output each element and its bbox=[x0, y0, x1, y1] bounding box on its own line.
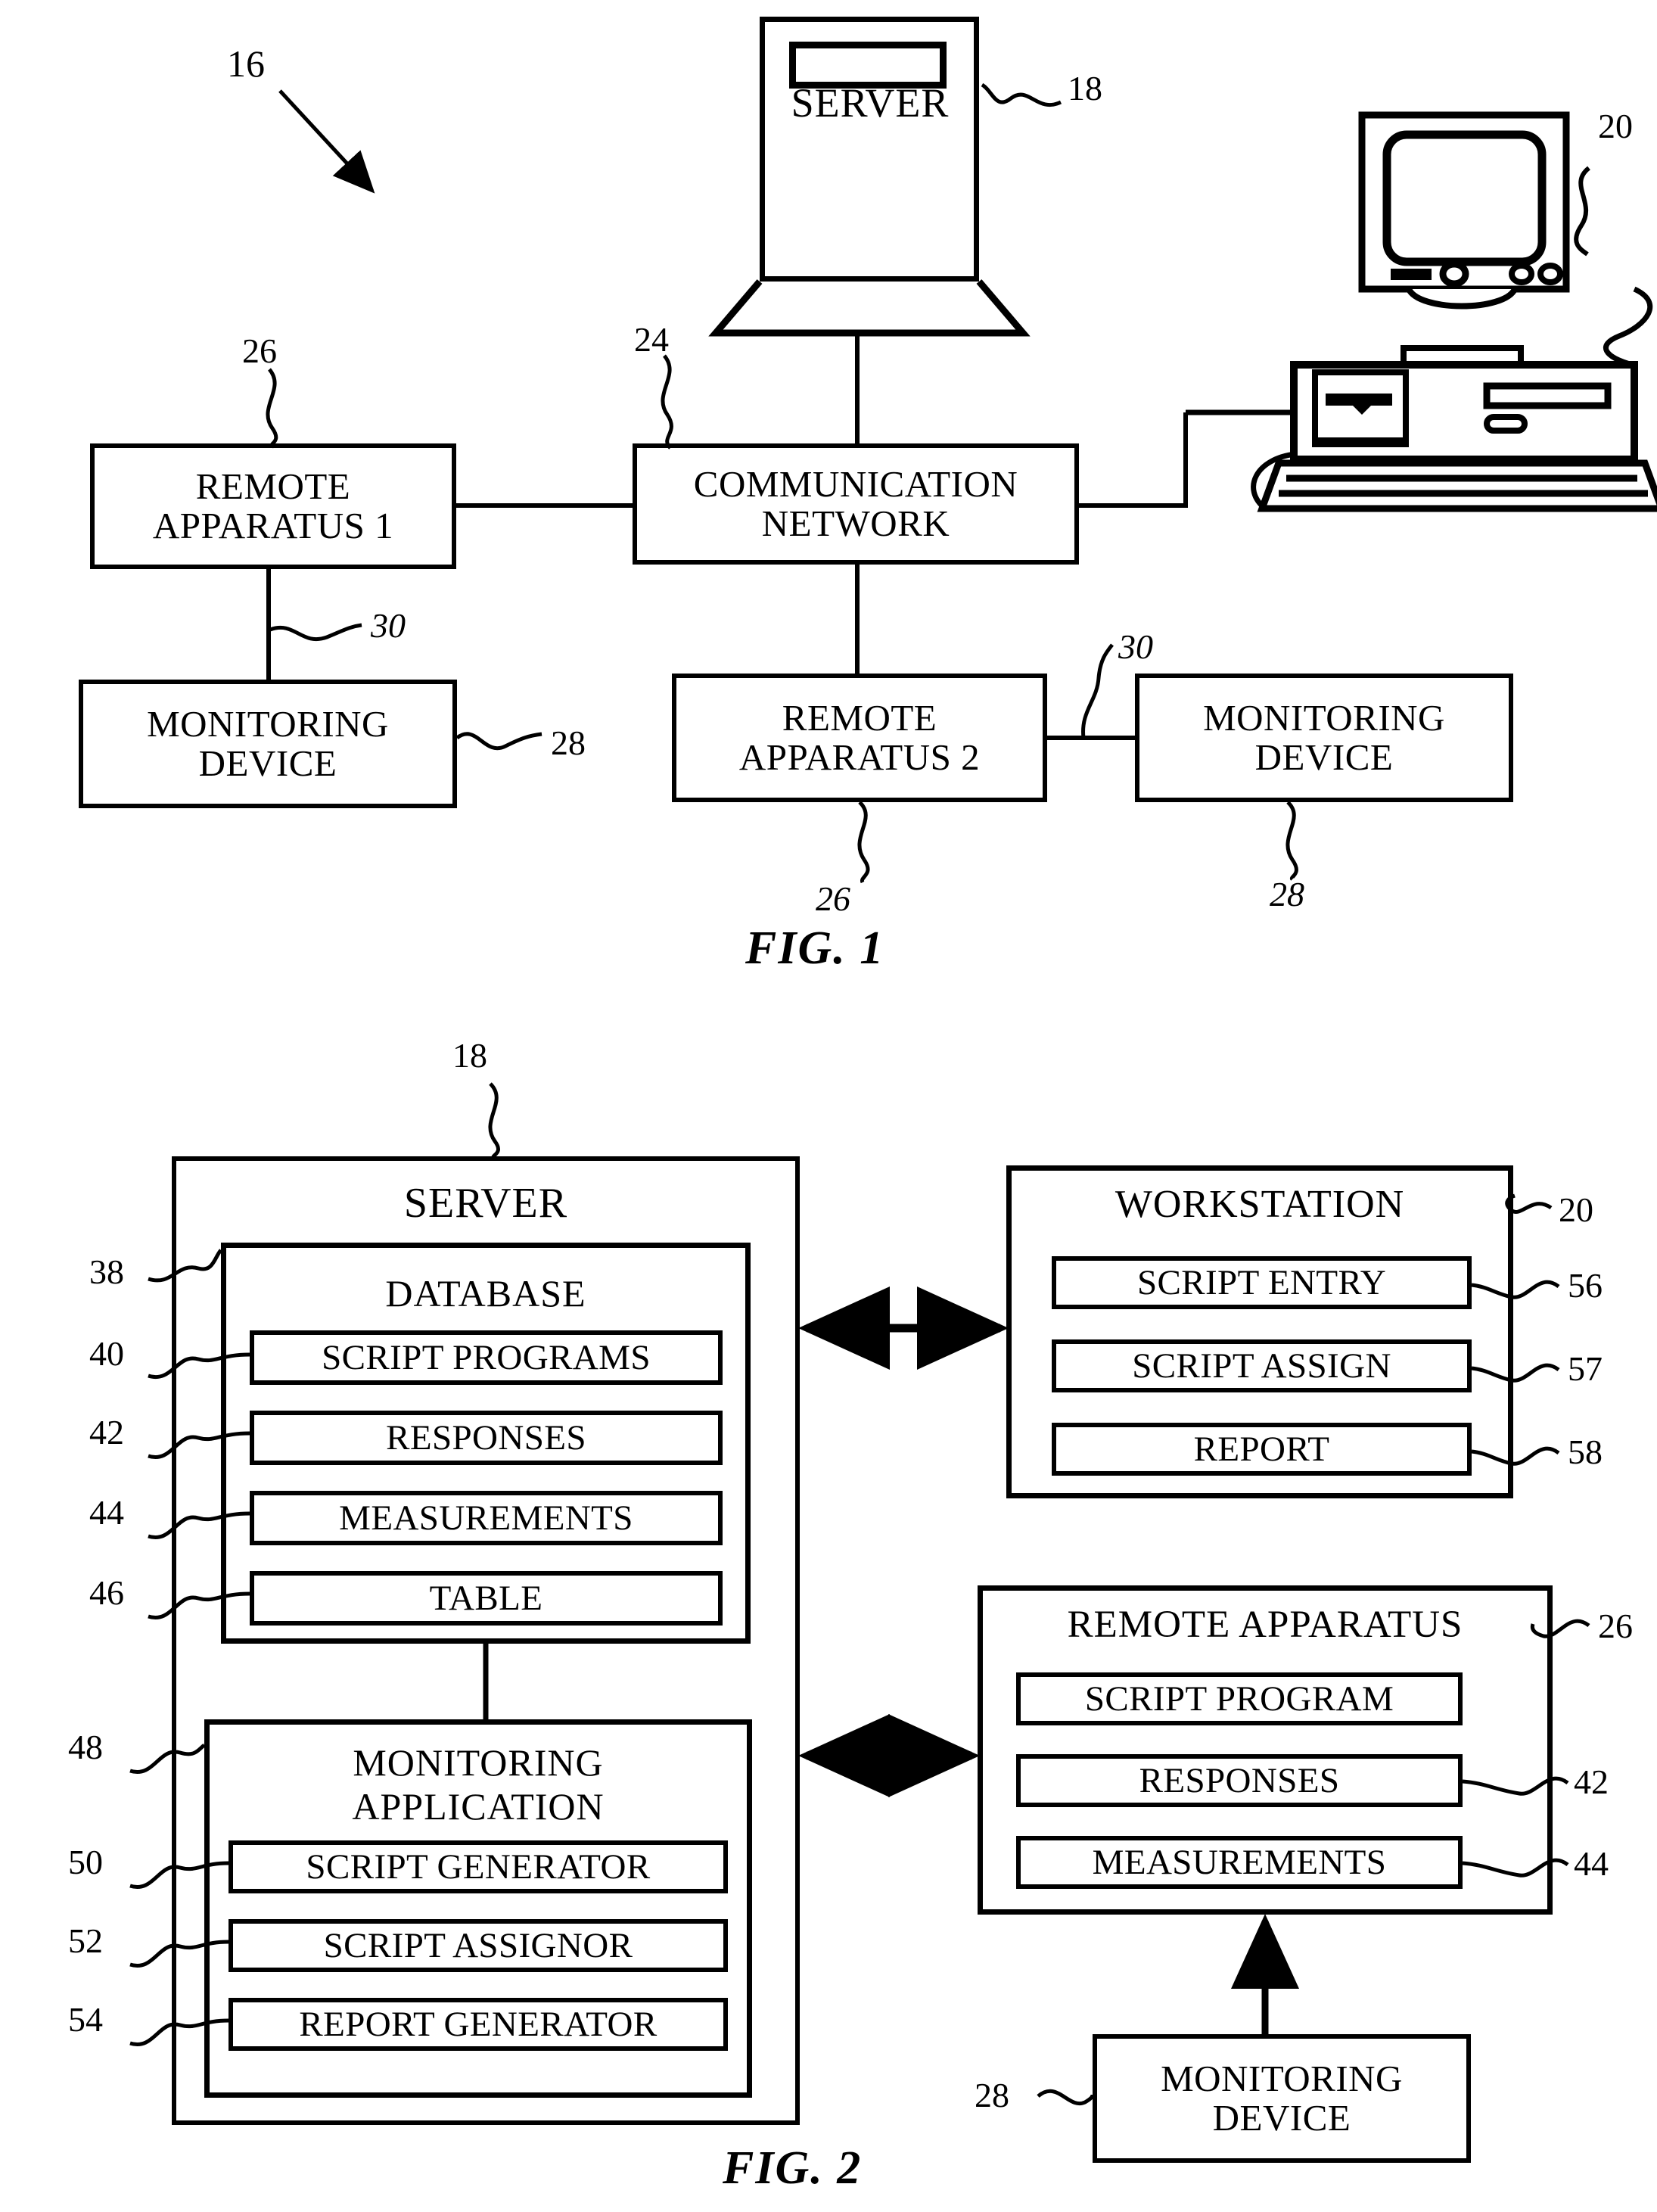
server-label-fig1: SERVER bbox=[791, 80, 950, 126]
ref-28-monitoring-device-left: 28 bbox=[551, 723, 586, 762]
monitoring-app-item-script-generator: SCRIPT GENERATOR bbox=[228, 1840, 728, 1893]
ref-54-report-generator: 54 bbox=[68, 2000, 103, 2039]
monitoring-app-item-report-generator: REPORT GENERATOR bbox=[228, 1998, 728, 2051]
database-item-script-programs: SCRIPT PROGRAMS bbox=[250, 1330, 723, 1385]
figure-2-caption: FIG. 2 bbox=[723, 2142, 863, 2194]
ref-28-leader-left bbox=[455, 732, 542, 751]
ref-26-remote-apparatus-2: 26 bbox=[816, 879, 850, 918]
database-title: DATABASE bbox=[385, 1272, 586, 1314]
monitoring-device-fig2-line1: MONITORING bbox=[1161, 2058, 1403, 2100]
monitoring-device-left-line1: MONITORING bbox=[147, 703, 389, 745]
remote-apparatus-2-line2: APPARATUS 2 bbox=[738, 736, 981, 778]
ref-24-network: 24 bbox=[634, 320, 669, 359]
monitoring-device-left-line2: DEVICE bbox=[198, 742, 337, 784]
ref-46-table: 46 bbox=[89, 1573, 124, 1612]
ref-16-system: 16 bbox=[227, 42, 265, 85]
monitoring-device-box-fig2: MONITORING DEVICE bbox=[1093, 2034, 1471, 2163]
ref-56-script-entry: 56 bbox=[1568, 1266, 1603, 1305]
network-to-workstation-line bbox=[1079, 412, 1188, 508]
remote-apparatus-1-box: REMOTE APPARATUS 1 bbox=[90, 443, 456, 569]
server-stand bbox=[708, 279, 1031, 337]
ref-38-database: 38 bbox=[89, 1252, 124, 1291]
monitoring-device-fig2-line2: DEVICE bbox=[1212, 2097, 1351, 2139]
ref-30-leader-left bbox=[269, 623, 362, 642]
ref-44-measurements-remote: 44 bbox=[1574, 1844, 1609, 1883]
monitoring-device-right-line2: DEVICE bbox=[1254, 736, 1394, 778]
remote-apparatus-item-responses: RESPONSES bbox=[1016, 1754, 1463, 1807]
ref-20-workstation-fig1: 20 bbox=[1598, 107, 1633, 145]
monitoring-app-item-script-assignor: SCRIPT ASSIGNOR bbox=[228, 1919, 728, 1972]
remote-apparatus-2-line1: REMOTE bbox=[782, 697, 937, 739]
ref-26-remote-apparatus-1: 26 bbox=[242, 331, 277, 370]
ref-28-monitoring-device-fig2: 28 bbox=[975, 2076, 1009, 2114]
figure-1-caption: FIG. 1 bbox=[745, 922, 885, 974]
ref-28-leader-right bbox=[1285, 801, 1298, 881]
ref-28-monitoring-device-right: 28 bbox=[1270, 875, 1304, 913]
remote-apparatus-item-script-program: SCRIPT PROGRAM bbox=[1016, 1672, 1463, 1725]
ref-58-report: 58 bbox=[1568, 1433, 1603, 1471]
workstation-title: WORKSTATION bbox=[1115, 1183, 1405, 1226]
remote-apparatus-1-line1: REMOTE bbox=[195, 465, 351, 508]
remote-apparatus-2-box: REMOTE APPARATUS 2 bbox=[672, 674, 1047, 802]
ref-50-script-generator: 50 bbox=[68, 1843, 103, 1881]
workstation-item-script-entry: SCRIPT ENTRY bbox=[1052, 1256, 1472, 1309]
ref-57-script-assign: 57 bbox=[1568, 1349, 1603, 1388]
communication-network-box: COMMUNICATION NETWORK bbox=[633, 443, 1079, 565]
monitoring-device-right-box: MONITORING DEVICE bbox=[1135, 674, 1513, 802]
ref-18-server-fig2: 18 bbox=[452, 1036, 487, 1075]
ref-26-remote-apparatus-fig2: 26 bbox=[1598, 1607, 1633, 1645]
remote-apparatus-title-fig2: REMOTE APPARATUS bbox=[1067, 1604, 1463, 1646]
workstation-item-script-assign: SCRIPT ASSIGN bbox=[1052, 1339, 1472, 1392]
communication-network-line1: COMMUNICATION bbox=[693, 463, 1018, 506]
workstation-item-report: REPORT bbox=[1052, 1423, 1472, 1476]
communication-network-line2: NETWORK bbox=[761, 502, 950, 544]
ref-24-leader bbox=[661, 354, 673, 450]
monitoring-device-left-box: MONITORING DEVICE bbox=[79, 680, 457, 808]
monitoring-application-title-line1: MONITORING bbox=[353, 1741, 604, 1784]
ref-26-leader-2 bbox=[857, 801, 870, 884]
ref-20-workstation-fig2: 20 bbox=[1559, 1190, 1593, 1229]
ref-48-monitoring-application: 48 bbox=[68, 1728, 103, 1766]
patent-drawing-sheet: 16 SERVER 18 20 COMMUNICATION NETWORK 24… bbox=[0, 0, 1657, 2212]
ref-30-link-right: 30 bbox=[1118, 627, 1153, 666]
ref-44-measurements: 44 bbox=[89, 1493, 124, 1532]
ref-18-leader-fig1 bbox=[981, 82, 1062, 107]
monitoring-application-title-line2: APPLICATION bbox=[352, 1785, 605, 1828]
ref-18-server-fig1: 18 bbox=[1068, 69, 1102, 107]
ref-42-responses: 42 bbox=[89, 1413, 124, 1451]
ref-26-leader-1 bbox=[266, 368, 278, 449]
ref-40-script-programs: 40 bbox=[89, 1334, 124, 1373]
desktop-computer-illustration bbox=[1186, 111, 1657, 512]
ref-52-script-assignor: 52 bbox=[68, 1921, 103, 1960]
database-item-table: TABLE bbox=[250, 1571, 723, 1626]
ref-30-leader-right bbox=[1081, 643, 1114, 739]
server-title-fig2: SERVER bbox=[403, 1180, 568, 1227]
database-item-measurements: MEASUREMENTS bbox=[250, 1491, 723, 1545]
monitoring-device-right-line1: MONITORING bbox=[1203, 697, 1445, 739]
ref-42-responses-remote: 42 bbox=[1574, 1762, 1609, 1801]
remote-apparatus-1-line2: APPARATUS 1 bbox=[152, 505, 394, 546]
database-item-responses: RESPONSES bbox=[250, 1411, 723, 1465]
ref-30-link-left: 30 bbox=[371, 606, 406, 645]
ref-16-arrow bbox=[278, 89, 375, 194]
remote-apparatus-item-measurements: MEASUREMENTS bbox=[1016, 1836, 1463, 1889]
